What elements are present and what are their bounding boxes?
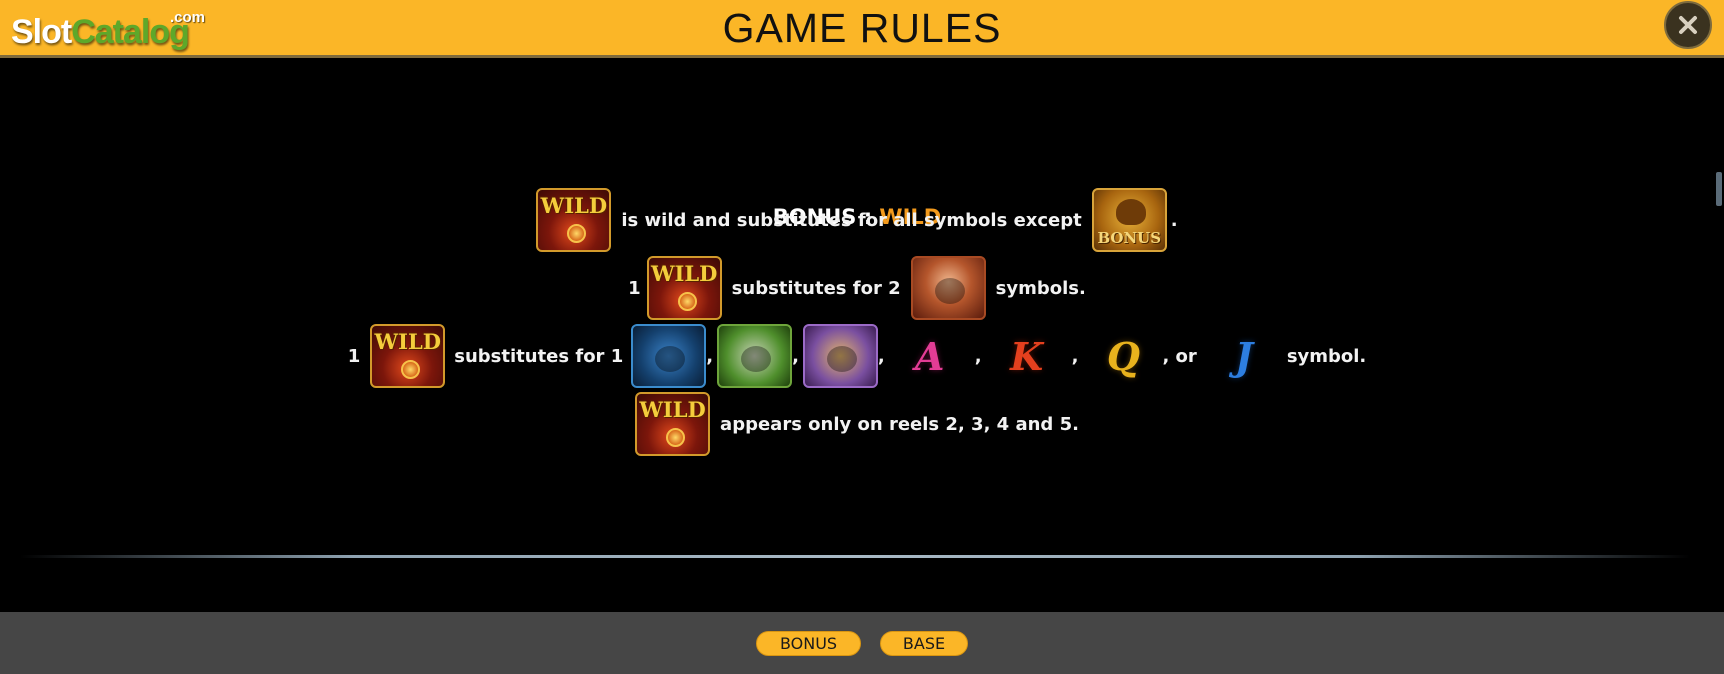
page-title: GAME RULES [722, 5, 1002, 51]
rule-line-4: WILD appears only on reels 2, 3, 4 and 5… [0, 389, 1714, 459]
bonus-symbol-icon: BONUS [1091, 188, 1167, 252]
white-tiger-symbol-icon [717, 324, 793, 388]
card-j-symbol-icon: J [1234, 333, 1253, 379]
leopard-symbol-icon [802, 324, 878, 388]
tab-base[interactable]: BASE [880, 631, 968, 656]
tab-bonus[interactable]: BONUS [756, 631, 861, 656]
rule-line-2: 1 WILD substitutes for 2 symbols. [0, 253, 1714, 323]
huntress-symbol-icon [910, 256, 986, 320]
card-q-symbol-icon: Q [1106, 333, 1140, 379]
rules-content: BONUS : WILD WILD is wild and substitute… [0, 58, 1710, 612]
card-k-symbol-icon: K [1010, 333, 1044, 379]
wild-symbol-icon: WILD [646, 256, 722, 320]
content-divider [20, 555, 1690, 558]
wild-symbol-icon: WILD [536, 188, 612, 252]
header-bar: SlotCatalog .com GAME RULES [0, 0, 1724, 58]
rule-line-3: 1 WILD substitutes for 1 , , , A , K , Q… [0, 321, 1714, 391]
close-icon [1679, 16, 1697, 34]
footer-bar: BONUS BASE [0, 612, 1724, 674]
wild-symbol-icon: WILD [635, 392, 711, 456]
card-a-symbol-icon: A [915, 333, 945, 379]
close-button[interactable] [1664, 1, 1712, 49]
scrollbar-thumb[interactable] [1716, 172, 1722, 206]
wild-symbol-icon: WILD [370, 324, 446, 388]
rule-line-1: WILD is wild and substitutes for all sym… [0, 185, 1714, 255]
panther-symbol-icon [631, 324, 707, 388]
